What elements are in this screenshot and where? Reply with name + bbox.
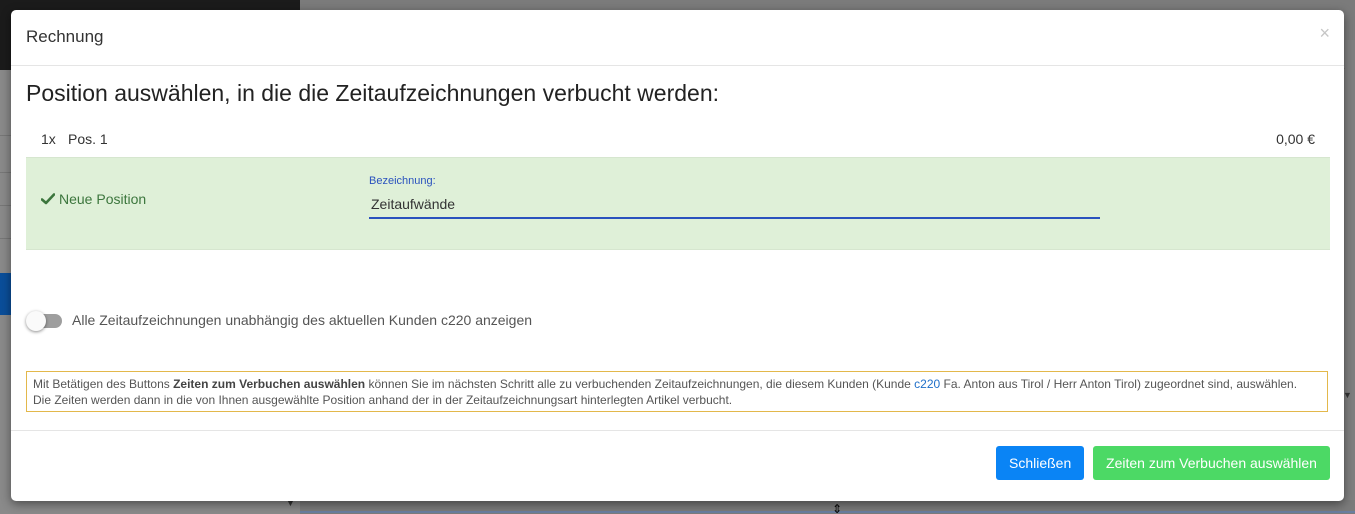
position-row[interactable]: 1x Pos. 1 0,00 € [26, 128, 1330, 158]
modal-footer: Schließen Zeiten zum Verbuchen auswählen [11, 430, 1344, 501]
modal-header: Rechnung × [11, 10, 1344, 66]
invoice-modal: Rechnung × Position auswählen, in die di… [11, 10, 1344, 501]
position-quantity: 1x [41, 131, 56, 147]
caret-down-icon: ▼ [1343, 390, 1352, 400]
customer-link[interactable]: c220 [914, 377, 940, 391]
background-scrollbar [1345, 40, 1355, 500]
close-icon[interactable]: × [1319, 24, 1330, 42]
position-amount: 0,00 € [1276, 131, 1315, 147]
info-button-name: Zeiten zum Verbuchen auswählen [173, 377, 366, 391]
show-all-toggle-label: Alle Zeitaufzeichnungen unabhängig des a… [72, 312, 533, 328]
designation-input[interactable] [369, 191, 1100, 219]
new-position-option[interactable]: Neue Position Bezeichnung: [26, 157, 1330, 250]
select-times-button[interactable]: Zeiten zum Verbuchen auswählen [1093, 446, 1330, 480]
info-box: Mit Betätigen des Buttons Zeiten zum Ver… [26, 371, 1328, 412]
position-name: Pos. 1 [68, 131, 108, 147]
show-all-toggle[interactable] [26, 311, 62, 331]
background-divider [300, 511, 1355, 513]
new-position-label: Neue Position [59, 191, 147, 207]
check-icon [41, 193, 55, 205]
page-title: Position auswählen, in die die Zeitaufze… [26, 80, 719, 106]
mouse-cursor-icon: ⇕ [832, 502, 843, 514]
info-line-2: Die Zeiten werden dann in die von Ihnen … [33, 393, 733, 407]
toggle-knob [26, 311, 46, 331]
close-button[interactable]: Schließen [996, 446, 1084, 480]
new-position-label-wrap: Neue Position [41, 191, 146, 207]
info-line-1: Mit Betätigen des Buttons Zeiten zum Ver… [33, 377, 1298, 391]
designation-label: Bezeichnung: [369, 175, 436, 187]
modal-title: Rechnung [26, 27, 104, 46]
